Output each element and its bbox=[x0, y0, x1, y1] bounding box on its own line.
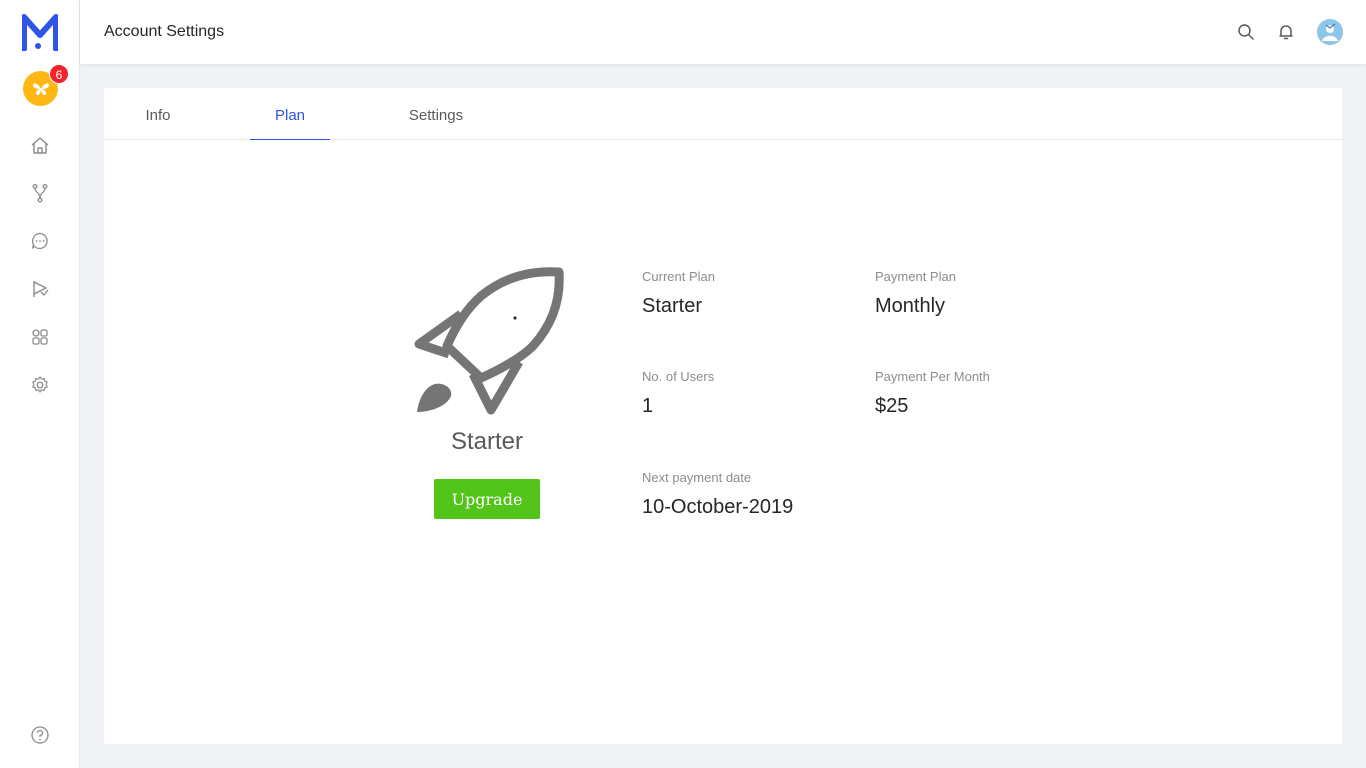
sidebar-item-settings[interactable] bbox=[28, 373, 52, 397]
sidebar-item-apps[interactable] bbox=[28, 325, 52, 349]
sidebar-item-home[interactable] bbox=[28, 133, 52, 157]
user-avatar-icon bbox=[1317, 19, 1343, 45]
bell-icon bbox=[1279, 25, 1293, 40]
account-settings-card: Info Plan Settings Starter Upgrade Curre… bbox=[104, 88, 1342, 744]
app-logo-icon[interactable] bbox=[22, 13, 58, 51]
help-icon bbox=[31, 726, 49, 744]
apps-icon bbox=[32, 329, 48, 345]
sidebar-item-campaigns[interactable] bbox=[28, 277, 52, 301]
workspace-switcher[interactable]: 6 bbox=[23, 64, 69, 107]
rocket-icon bbox=[414, 267, 564, 415]
next-payment-value: 10-October-2019 bbox=[642, 496, 794, 518]
flag-icon bbox=[33, 281, 49, 297]
search-button[interactable] bbox=[1235, 21, 1257, 43]
users-label: No. of Users bbox=[642, 369, 715, 384]
sidebar-item-branches[interactable] bbox=[28, 181, 52, 205]
notifications-button[interactable] bbox=[1275, 21, 1297, 43]
butterfly-icon bbox=[32, 82, 49, 95]
payment-plan-label: Payment Plan bbox=[875, 269, 956, 284]
branch-icon bbox=[32, 184, 48, 203]
search-icon bbox=[1238, 24, 1254, 40]
current-plan-value: Starter bbox=[642, 295, 703, 317]
next-payment-label: Next payment date bbox=[642, 470, 752, 485]
tab-plan[interactable]: Plan bbox=[250, 88, 330, 140]
page-title: Account Settings bbox=[104, 23, 225, 40]
tab-info[interactable]: Info bbox=[118, 88, 198, 140]
tab-settings[interactable]: Settings bbox=[396, 88, 476, 140]
payment-plan-value: Monthly bbox=[875, 295, 946, 317]
current-plan-label: Current Plan bbox=[642, 269, 715, 284]
home-icon bbox=[31, 137, 49, 154]
help-button[interactable] bbox=[28, 723, 52, 747]
top-header: Account Settings bbox=[80, 0, 1366, 64]
payment-per-month-value: $25 bbox=[875, 395, 909, 417]
sidebar-item-chat[interactable] bbox=[28, 229, 52, 253]
sidebar: 6 bbox=[0, 0, 80, 768]
tab-bar: Info Plan Settings bbox=[104, 88, 1342, 140]
upgrade-button[interactable]: Upgrade bbox=[434, 479, 540, 519]
user-avatar[interactable] bbox=[1317, 19, 1343, 45]
payment-per-month-label: Payment Per Month bbox=[875, 369, 990, 384]
plan-name: Starter bbox=[450, 428, 524, 455]
gear-icon bbox=[32, 376, 48, 393]
chat-bubble-icon bbox=[31, 232, 48, 250]
notification-count-badge: 6 bbox=[49, 64, 69, 84]
users-value: 1 bbox=[642, 395, 654, 417]
